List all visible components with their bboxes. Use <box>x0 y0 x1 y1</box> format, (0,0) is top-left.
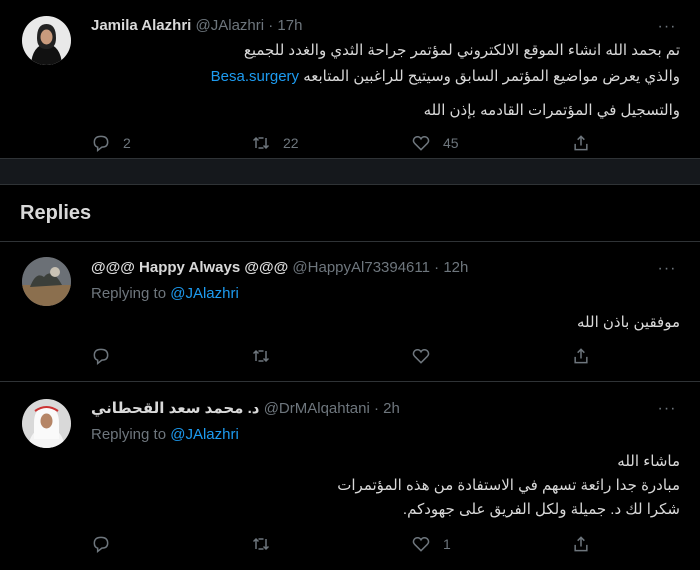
like-count: 1 <box>443 536 451 552</box>
more-icon[interactable]: ··· <box>658 400 676 418</box>
timestamp[interactable]: 12h <box>443 259 468 276</box>
like-count: 45 <box>443 135 459 151</box>
retweet-icon <box>252 537 270 551</box>
avatar[interactable] <box>22 399 71 448</box>
share-icon <box>574 536 588 552</box>
reply-tweet[interactable]: د. محمد سعد القحطاني @DrMAlqahtani · 2h … <box>0 382 700 554</box>
tweet-actions: 1 <box>91 534 591 554</box>
reply-count: 2 <box>123 135 131 151</box>
tweet-line-3: والتسجيل في المؤتمرات القادمه بإذن الله <box>423 102 680 119</box>
tweet-text: موفقين باذن الله <box>577 310 680 336</box>
tweet-line-2: مبادرة جدا رائعة تسهم في الاستفادة من هذ… <box>337 477 680 494</box>
like-icon <box>412 348 430 364</box>
reply-tweet[interactable]: @@@ Happy Always @@@ @HappyAl73394611 · … <box>0 242 700 382</box>
reply-button[interactable]: 2 <box>91 133 161 153</box>
author-name[interactable]: د. محمد سعد القحطاني <box>91 400 260 417</box>
tweet-thread-page: Jamila Alazhri @JAlazhri · 17h ··· تم بح… <box>0 0 700 570</box>
retweet-button[interactable] <box>251 346 321 366</box>
reply-button[interactable] <box>91 346 161 366</box>
tweet-line-3: شكرا لك د. جميلة ولكل الفريق على جهودكم. <box>402 501 680 518</box>
website-link[interactable]: Besa.surgery <box>211 68 299 85</box>
share-button[interactable] <box>571 133 591 153</box>
author-name[interactable]: Jamila Alazhri <box>91 17 191 34</box>
retweet-button[interactable] <box>251 534 321 554</box>
reply-icon <box>93 536 109 554</box>
reply-icon <box>93 348 109 366</box>
more-icon[interactable]: ··· <box>658 18 676 36</box>
like-button[interactable] <box>411 346 481 366</box>
retweet-icon <box>252 136 270 150</box>
like-button[interactable]: 1 <box>411 534 481 554</box>
timestamp[interactable]: 17h <box>277 17 302 34</box>
dot-separator: · <box>268 17 274 34</box>
section-divider <box>0 159 700 185</box>
avatar[interactable] <box>22 257 71 306</box>
share-button[interactable] <box>571 534 591 554</box>
mention-link[interactable]: @JAlazhri <box>170 285 239 302</box>
replying-label: Replying to <box>91 426 167 443</box>
main-tweet[interactable]: Jamila Alazhri @JAlazhri · 17h ··· تم بح… <box>0 0 700 159</box>
tweet-line-2: والذي يعرض مواضيع المؤتمر السابق وسيتيح … <box>211 64 680 90</box>
mention-link[interactable]: @JAlazhri <box>170 426 239 443</box>
share-icon <box>574 348 588 364</box>
retweet-count: 22 <box>283 135 299 151</box>
author-name[interactable]: @@@ Happy Always @@@ <box>91 259 288 276</box>
tweet-text: تم بحمد الله انشاء الموقع الالكتروني لمؤ… <box>211 38 680 124</box>
share-icon <box>574 135 588 151</box>
author-handle[interactable]: @HappyAl73394611 <box>292 259 430 276</box>
retweet-icon <box>252 349 270 363</box>
more-icon[interactable]: ··· <box>658 260 676 278</box>
tweet-actions: 2 22 45 <box>91 133 591 153</box>
tweet-text: ماشاء الله مبادرة جدا رائعة تسهم في الاس… <box>337 450 680 522</box>
like-icon <box>412 536 430 552</box>
replying-to: Replying to @JAlazhri <box>91 426 239 443</box>
avatar[interactable] <box>22 16 71 65</box>
reply-icon <box>93 135 109 153</box>
tweet-line-1: ماشاء الله <box>617 453 680 470</box>
like-icon <box>412 135 430 151</box>
tweet-line-2-text: والذي يعرض مواضيع المؤتمر السابق وسيتيح … <box>303 68 680 85</box>
dot-separator: · <box>434 259 440 276</box>
reply-button[interactable] <box>91 534 161 554</box>
timestamp[interactable]: 2h <box>383 400 400 417</box>
retweet-button[interactable]: 22 <box>251 133 321 153</box>
like-button[interactable]: 45 <box>411 133 481 153</box>
author-handle[interactable]: @JAlazhri <box>196 17 265 34</box>
replying-label: Replying to <box>91 285 167 302</box>
tweet-line-1: موفقين باذن الله <box>576 314 680 331</box>
author-handle[interactable]: @DrMAlqahtani <box>264 400 370 417</box>
share-button[interactable] <box>571 346 591 366</box>
dot-separator: · <box>373 400 379 417</box>
tweet-line-1: تم بحمد الله انشاء الموقع الالكتروني لمؤ… <box>243 42 680 59</box>
tweet-actions <box>91 346 591 366</box>
replies-heading: Replies <box>0 185 700 242</box>
replying-to: Replying to @JAlazhri <box>91 285 239 302</box>
